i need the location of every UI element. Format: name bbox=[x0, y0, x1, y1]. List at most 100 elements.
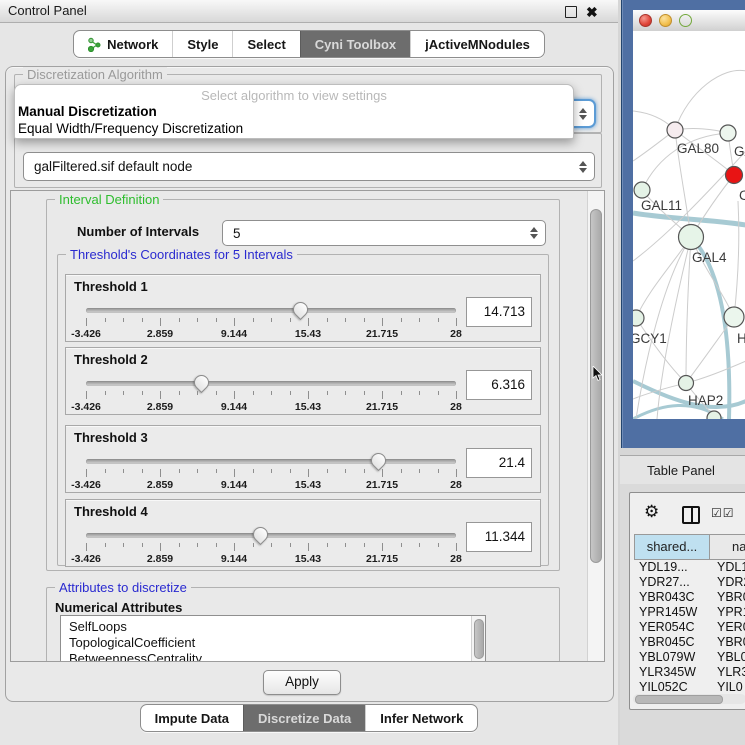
slider-track[interactable] bbox=[86, 459, 456, 464]
threshold-value[interactable]: 14.713 bbox=[466, 297, 532, 327]
table-row[interactable]: YBL079WYBL0 bbox=[634, 650, 745, 665]
column-header-name[interactable]: na bbox=[710, 534, 745, 560]
table-data-combo[interactable]: galFiltered.sif default node bbox=[23, 152, 595, 181]
numerical-attributes-list[interactable]: SelfLoopsTopologicalCoefficientBetweenne… bbox=[60, 615, 486, 662]
network-node[interactable] bbox=[667, 122, 683, 138]
slider-thumb[interactable] bbox=[191, 372, 212, 393]
attribute-item-selfloops[interactable]: SelfLoops bbox=[61, 616, 485, 635]
tab-impute-data[interactable]: Impute Data bbox=[141, 705, 243, 731]
network-window-titlebar[interactable] bbox=[633, 10, 745, 32]
close-traffic-light-icon[interactable] bbox=[639, 14, 652, 27]
algorithm-hint-text: Select algorithm to view settings bbox=[15, 88, 573, 103]
algorithm-option-manual-discretization[interactable]: Manual Discretization bbox=[18, 104, 157, 119]
table-row[interactable]: YLR345WYLR3 bbox=[634, 665, 745, 680]
threshold-panel-1: Threshold 1-3.4262.8599.14415.4321.71528… bbox=[65, 274, 541, 342]
tick-label: 15.43 bbox=[295, 401, 321, 413]
thresholds-group-title: Threshold's Coordinates for 5 Intervals bbox=[66, 247, 297, 262]
threshold-slider[interactable]: -3.4262.8599.14415.4321.71528 bbox=[86, 374, 456, 412]
table-row[interactable]: YDR27...YDR2 bbox=[634, 575, 745, 590]
threshold-slider[interactable]: -3.4262.8599.14415.4321.71528 bbox=[86, 301, 456, 339]
slider-track[interactable] bbox=[86, 381, 456, 386]
slider-thumb[interactable] bbox=[368, 450, 389, 471]
minimize-traffic-light-icon[interactable] bbox=[659, 14, 672, 27]
tick-label: 21.715 bbox=[366, 553, 398, 565]
cell-shared-name: YDR27... bbox=[634, 575, 710, 590]
table-hscrollbar-thumb[interactable] bbox=[635, 695, 723, 704]
tab-discretize-data[interactable]: Discretize Data bbox=[243, 705, 365, 731]
threshold-label: Threshold 3 bbox=[74, 430, 148, 445]
checkbox-icons[interactable]: ☑☑ bbox=[711, 506, 735, 520]
tick-mark bbox=[123, 469, 124, 473]
table-row[interactable]: YIL052CYIL0 bbox=[634, 680, 745, 695]
slider-thumb[interactable] bbox=[289, 299, 310, 320]
tick-label: 28 bbox=[450, 401, 462, 413]
algorithm-option-equal-width-frequency-discretization[interactable]: Equal Width/Frequency Discretization bbox=[18, 121, 243, 136]
number-of-intervals-combo[interactable]: 5 bbox=[222, 220, 546, 246]
tick-mark bbox=[401, 391, 402, 395]
cell-name: YDR2 bbox=[710, 575, 745, 590]
network-node[interactable] bbox=[720, 125, 736, 141]
attribute-item-topologicalcoefficient[interactable]: TopologicalCoefficient bbox=[61, 635, 485, 651]
slider-thumb[interactable] bbox=[250, 524, 271, 545]
network-node[interactable] bbox=[634, 182, 650, 198]
split-columns-icon[interactable] bbox=[682, 506, 700, 524]
tab-style[interactable]: Style bbox=[172, 31, 232, 57]
attributes-scrollbar-thumb[interactable] bbox=[474, 619, 484, 659]
table-data-group: Table Data galFiltered.sif default node bbox=[14, 133, 602, 188]
settings-scrollbar-track[interactable] bbox=[587, 191, 604, 661]
network-canvas[interactable]: GAL80GACGAL11GAL4GCY1HHAP2 bbox=[633, 31, 745, 419]
cell-shared-name: YLR345W bbox=[634, 665, 710, 680]
tick-label: 28 bbox=[450, 553, 462, 565]
tick-mark bbox=[142, 391, 143, 395]
threshold-value[interactable]: 21.4 bbox=[466, 448, 532, 478]
threshold-slider[interactable]: -3.4262.8599.14415.4321.71528 bbox=[86, 452, 456, 490]
tick-mark bbox=[345, 318, 346, 322]
zoom-traffic-light-icon[interactable] bbox=[679, 14, 692, 27]
tab-network[interactable]: Network bbox=[74, 31, 172, 57]
gear-icon[interactable]: ⚙ bbox=[644, 502, 659, 522]
table-row[interactable]: YER054CYER0 bbox=[634, 620, 745, 635]
column-header-shared[interactable]: shared... bbox=[634, 534, 710, 560]
apply-button[interactable]: Apply bbox=[263, 670, 341, 695]
network-node[interactable] bbox=[724, 307, 744, 327]
tab-infer-network[interactable]: Infer Network bbox=[365, 705, 477, 731]
table-row[interactable]: YPR145WYPR1 bbox=[634, 605, 745, 620]
network-node[interactable] bbox=[707, 411, 721, 419]
top-tabbar: NetworkStyleSelectCyni ToolboxjActiveMNo… bbox=[73, 30, 545, 58]
float-window-icon[interactable] bbox=[565, 6, 577, 18]
tick-mark bbox=[438, 391, 439, 395]
cell-name: YBL0 bbox=[710, 650, 745, 665]
tick-mark bbox=[234, 469, 235, 477]
threshold-value[interactable]: 6.316 bbox=[466, 370, 532, 400]
network-node[interactable] bbox=[679, 376, 694, 391]
threshold-value[interactable]: 11.344 bbox=[466, 522, 532, 552]
attributes-scrollbar-track[interactable] bbox=[471, 616, 485, 662]
stepper-arrows-icon bbox=[530, 227, 538, 239]
control-panel-title: Control Panel bbox=[8, 0, 87, 22]
tab-jactivemnodules[interactable]: jActiveMNodules bbox=[410, 31, 544, 57]
tick-label: 21.715 bbox=[366, 401, 398, 413]
attribute-items: SelfLoopsTopologicalCoefficientBetweenne… bbox=[61, 616, 485, 662]
slider-track[interactable] bbox=[86, 308, 456, 313]
tick-mark bbox=[308, 318, 309, 326]
attribute-item-betweennesscentrality[interactable]: BetweennessCentrality bbox=[61, 651, 485, 662]
tick-mark bbox=[364, 543, 365, 547]
tick-mark bbox=[216, 318, 217, 322]
close-icon[interactable]: ✖ bbox=[586, 1, 598, 23]
slider-track[interactable] bbox=[86, 533, 456, 538]
threshold-slider[interactable]: -3.4262.8599.14415.4321.71528 bbox=[86, 526, 456, 564]
table-row[interactable]: YBR043CYBR0 bbox=[634, 590, 745, 605]
tab-cyni-toolbox[interactable]: Cyni Toolbox bbox=[300, 31, 410, 57]
network-node[interactable] bbox=[679, 225, 704, 250]
screenshot-stage: Control Panel ✖ NetworkStyleSelectCyni T… bbox=[0, 0, 745, 745]
network-node[interactable] bbox=[633, 310, 644, 326]
table-row[interactable]: YBR045CYBR0 bbox=[634, 635, 745, 650]
threshold-panel-2: Threshold 2-3.4262.8599.14415.4321.71528… bbox=[65, 347, 541, 415]
tick-label: -3.426 bbox=[71, 553, 101, 565]
table-hscrollbar[interactable] bbox=[633, 694, 745, 704]
network-node[interactable] bbox=[726, 167, 743, 184]
tab-select[interactable]: Select bbox=[232, 31, 299, 57]
table-row[interactable]: YDL19...YDL1 bbox=[634, 560, 745, 575]
settings-scrollbar-thumb[interactable] bbox=[590, 209, 602, 563]
tick-label: 9.144 bbox=[221, 553, 247, 565]
